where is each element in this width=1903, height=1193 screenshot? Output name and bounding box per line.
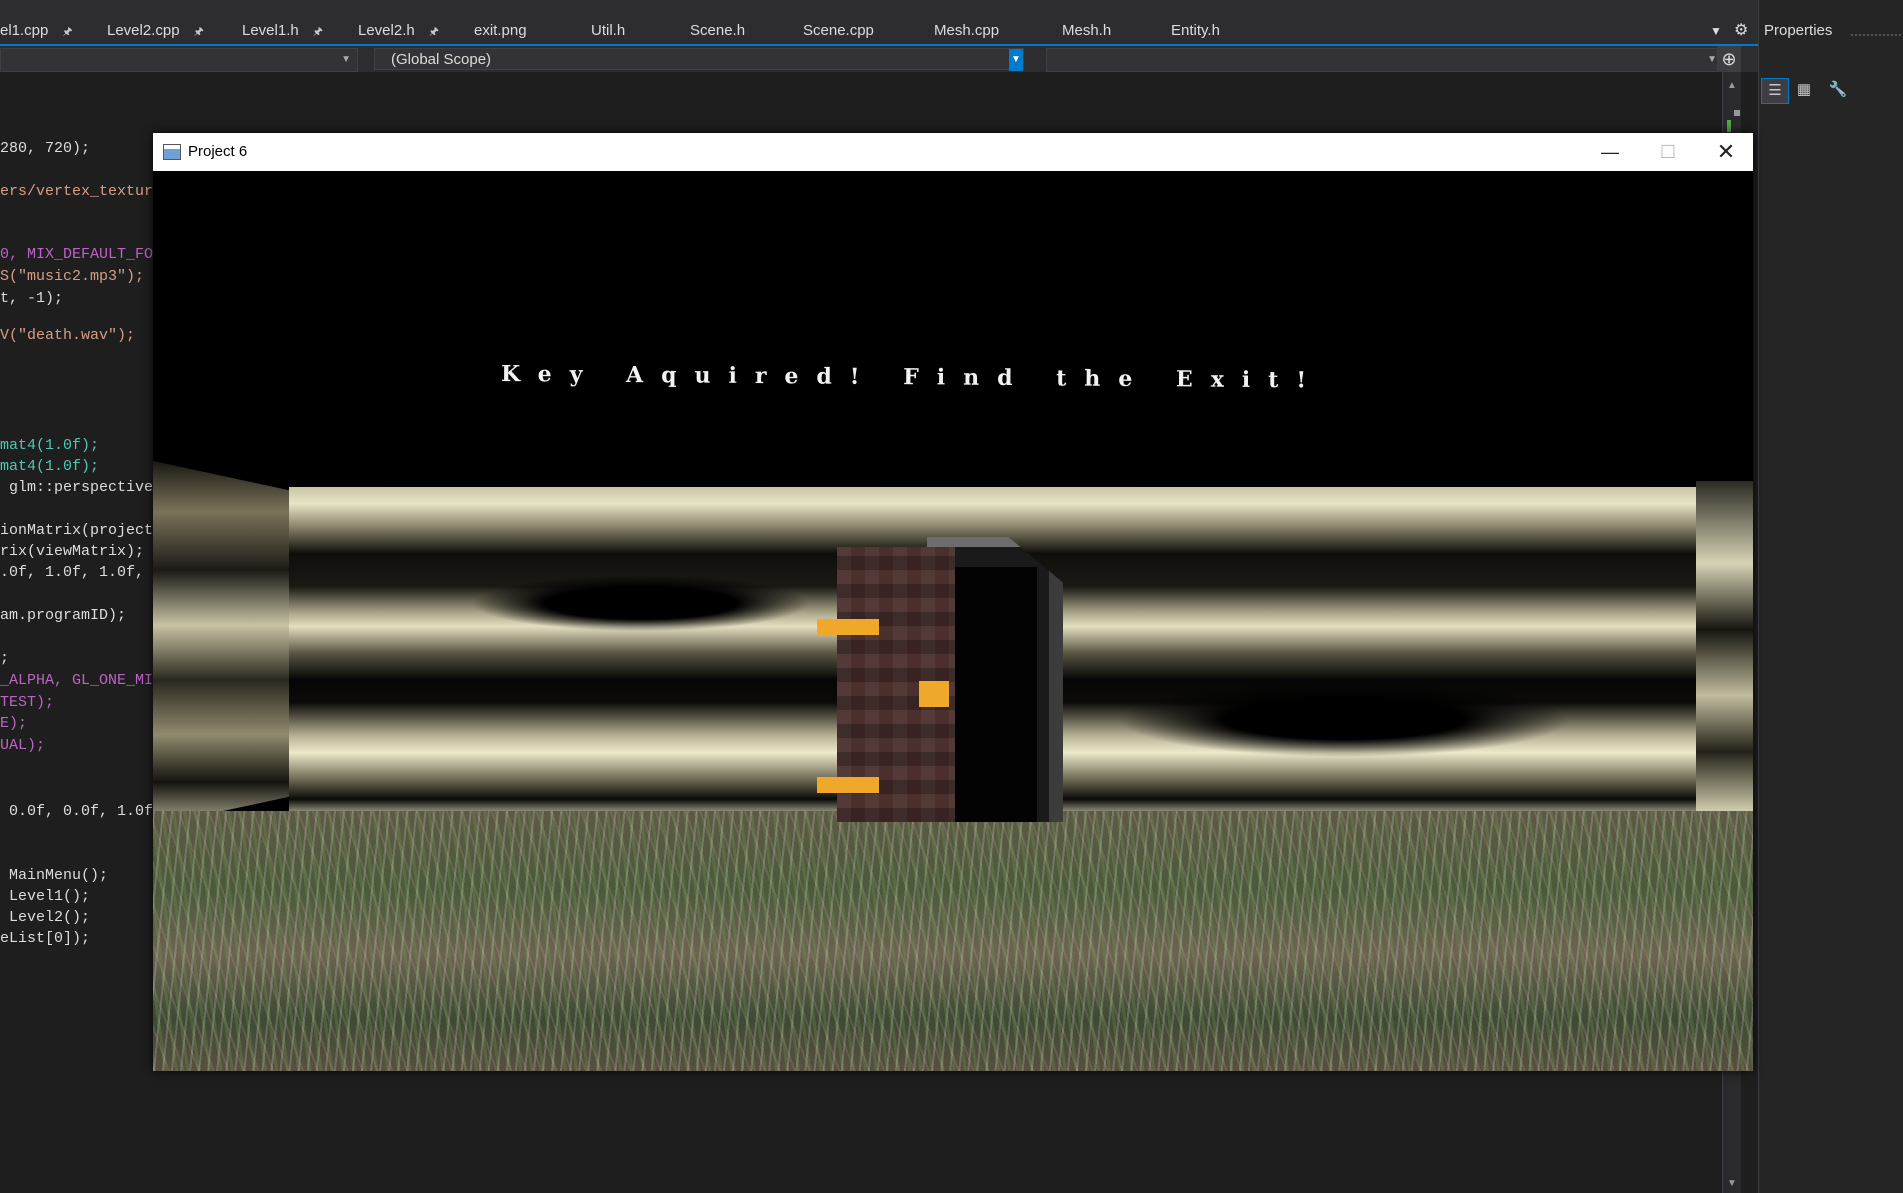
code-line: am.programID);: [0, 607, 127, 624]
door-leaf: [817, 547, 955, 822]
tab-label: Scene.cpp: [803, 22, 874, 39]
gear-icon[interactable]: ⚙: [1734, 20, 1748, 40]
tab-label: Level2.h: [358, 22, 415, 39]
document-tab-strip: el1.cpp 🖈 Level2.cpp 🖈 Level1.h 🖈 Level2.h 🖈…: [0, 0, 1758, 46]
properties-panel: Properties ☰ ▦ 🔧: [1758, 0, 1903, 1193]
code-line: 0.0f, 0.0f, 1.0f: [0, 803, 154, 820]
code-line: UAL);: [0, 737, 46, 754]
code-line: ers/vertex_texture: [0, 183, 163, 200]
change-marker: [1727, 120, 1731, 132]
categorized-icon[interactable]: ☰: [1761, 78, 1789, 104]
code-line: Level1();: [0, 888, 91, 905]
hinge-icon: [817, 777, 879, 793]
game-viewport[interactable]: Key Aquired! Find the Exit!: [153, 171, 1753, 1071]
code-line: eList[0]);: [0, 930, 91, 947]
chevron-down-icon: ▼: [1707, 54, 1717, 65]
code-line: 280, 720);: [0, 140, 91, 157]
tab-mesh-cpp[interactable]: Mesh.cpp: [934, 19, 999, 43]
code-line: _ALPHA, GL_ONE_MIN: [0, 672, 163, 689]
tab-label: Level1.h: [242, 22, 299, 39]
tab-level1-h[interactable]: Level1.h 🖈: [242, 19, 323, 43]
tab-label: exit.png: [474, 22, 527, 39]
tab-level2-h[interactable]: Level2.h 🖈: [358, 19, 439, 43]
tab-entity-h[interactable]: Entity.h: [1171, 19, 1220, 43]
panel-grip[interactable]: [1851, 34, 1901, 36]
property-pages-icon[interactable]: ▦: [1791, 78, 1817, 102]
left-wall: [153, 461, 289, 826]
window-title: Project 6: [188, 143, 248, 160]
hud-message: Key Aquired! Find the Exit!: [500, 361, 1325, 394]
chevron-down-icon: ▼: [341, 54, 351, 65]
panel-title: Properties: [1764, 22, 1833, 39]
code-line: t, -1);: [0, 290, 64, 307]
wrench-icon[interactable]: 🔧: [1825, 78, 1851, 102]
code-line: ;: [0, 650, 10, 667]
tab-overflow-chevron-icon[interactable]: ▼: [1710, 24, 1722, 38]
tab-label: Mesh.h: [1062, 22, 1112, 39]
window-titlebar[interactable]: Project 6 — ☐ ✕: [153, 133, 1753, 171]
scroll-down-icon[interactable]: ▼: [1727, 1178, 1737, 1189]
split-editor-icon[interactable]: ⊕: [1717, 46, 1741, 72]
code-line: Level2();: [0, 909, 91, 926]
code-line: V("death.wav");: [0, 327, 136, 344]
code-line: mat4(1.0f);: [0, 458, 100, 475]
chevron-down-icon: ▼: [1009, 49, 1023, 71]
pin-icon[interactable]: 🖈: [194, 26, 204, 38]
code-line: glm::perspective(: [0, 479, 163, 496]
pin-icon[interactable]: 🖈: [313, 26, 323, 38]
code-line: E);: [0, 715, 28, 732]
maximize-icon[interactable]: ☐: [1639, 133, 1697, 171]
code-line: .0f, 1.0f, 1.0f, 1: [0, 564, 163, 581]
right-wall: [1696, 481, 1753, 811]
app-icon: [163, 144, 181, 160]
game-window: Project 6 — ☐ ✕ Key Aquired! Find the Ex…: [153, 133, 1753, 1071]
code-line: 0, MIX_DEFAULT_FOR: [0, 246, 163, 263]
tab-scene-h[interactable]: Scene.h: [690, 19, 745, 43]
close-icon[interactable]: ✕: [1697, 133, 1755, 171]
scope-label: (Global Scope): [391, 51, 492, 68]
pin-icon[interactable]: 🖈: [429, 26, 439, 38]
tab-scene-cpp[interactable]: Scene.cpp: [803, 19, 874, 43]
member-dropdown[interactable]: ▼: [1046, 48, 1724, 72]
tab-level1-cpp[interactable]: el1.cpp 🖈: [0, 19, 73, 43]
tab-label: Mesh.cpp: [934, 22, 1000, 39]
code-line: MainMenu();: [0, 867, 109, 884]
door-handle-icon: [919, 681, 949, 707]
grass-floor: [153, 811, 1753, 1071]
tab-level2-cpp[interactable]: Level2.cpp 🖈: [107, 19, 204, 43]
tab-mesh-h[interactable]: Mesh.h: [1062, 19, 1111, 43]
tab-label: Entity.h: [1171, 22, 1220, 39]
scope-dropdown[interactable]: (Global Scope) ▼: [374, 48, 1024, 71]
pin-icon[interactable]: 🖈: [62, 26, 72, 38]
exit-door: [817, 537, 1063, 822]
navigation-bar: ▼ (Global Scope) ▼ ▼ ⊕: [0, 46, 1758, 72]
code-line: S("music2.mp3");: [0, 268, 145, 285]
code-line: rix(viewMatrix);: [0, 543, 145, 560]
tab-label: Level2.cpp: [107, 22, 180, 39]
code-line: TEST);: [0, 694, 55, 711]
tab-util-h[interactable]: Util.h: [591, 19, 625, 43]
tab-exit-png[interactable]: exit.png: [474, 19, 527, 43]
hinge-icon: [817, 619, 879, 635]
tab-label: Util.h: [591, 22, 626, 39]
tab-label: el1.cpp: [0, 22, 49, 39]
code-line: ionMatrix(projecti: [0, 522, 163, 539]
caret-marker: [1734, 110, 1740, 116]
tab-label: Scene.h: [690, 22, 746, 39]
scroll-up-icon[interactable]: ▲: [1727, 80, 1737, 91]
project-dropdown[interactable]: ▼: [0, 48, 358, 72]
minimize-icon[interactable]: —: [1581, 133, 1639, 171]
code-line: mat4(1.0f);: [0, 437, 100, 454]
